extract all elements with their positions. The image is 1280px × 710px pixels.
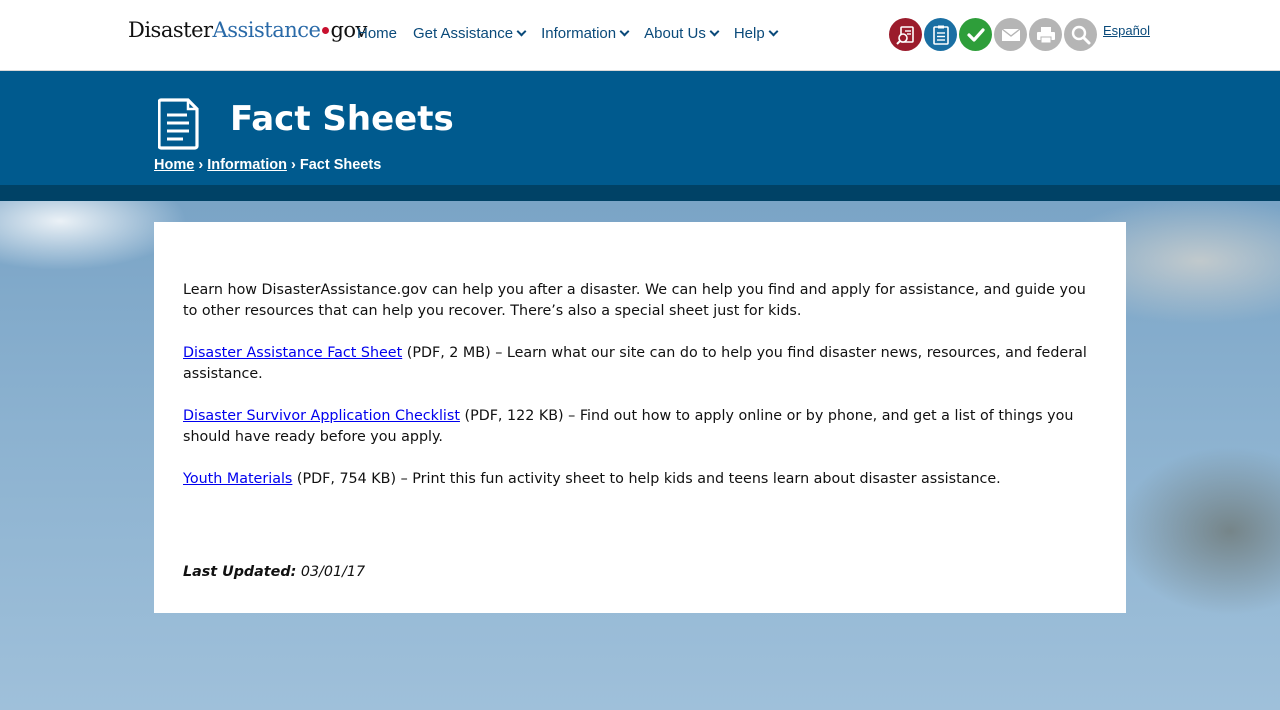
nav-information-label: Information xyxy=(541,25,617,42)
print-button[interactable] xyxy=(1029,18,1062,51)
checklist-button[interactable] xyxy=(924,18,957,51)
nav-get-assistance[interactable]: Get Assistance xyxy=(413,25,527,42)
fact-sheet-link[interactable]: Disaster Assistance Fact Sheet xyxy=(183,345,402,361)
language-espanol-link[interactable]: Español xyxy=(1103,23,1150,38)
checklist-link[interactable]: Disaster Survivor Application Checklist xyxy=(183,408,460,424)
breadcrumb-information-link[interactable]: Information xyxy=(207,157,287,173)
breadcrumb-separator: › xyxy=(290,157,296,173)
print-icon xyxy=(1036,26,1055,43)
checklist-item: Disaster Survivor Application Checklist … xyxy=(183,406,1103,448)
last-updated-date: 03/01/17 xyxy=(296,564,366,580)
document-icon xyxy=(158,98,199,150)
nav-help-label: Help xyxy=(733,25,765,42)
nav-help[interactable]: Help xyxy=(733,25,779,42)
logo-text-assistance: Assistance xyxy=(212,18,321,42)
chevron-down-icon xyxy=(709,26,720,37)
chevron-down-icon xyxy=(768,26,779,37)
logo-text-disaster: Disaster xyxy=(128,18,213,42)
youth-materials-link[interactable]: Youth Materials xyxy=(183,471,292,487)
last-updated-label: Last Updated: xyxy=(183,564,297,580)
nav-about-us-label: About Us xyxy=(644,25,706,42)
breadcrumb-current: Fact Sheets xyxy=(299,157,382,173)
nav-home[interactable]: Home xyxy=(357,25,397,42)
check-status-button[interactable] xyxy=(959,18,992,51)
search-icon xyxy=(1071,25,1090,44)
email-icon xyxy=(1001,27,1020,41)
check-status-icon xyxy=(966,27,985,42)
address-lookup-button[interactable] xyxy=(889,18,922,51)
nav-get-assistance-label: Get Assistance xyxy=(413,25,514,42)
address-lookup-icon xyxy=(895,25,914,45)
youth-materials-description: (PDF, 754 KB) – Print this fun activity … xyxy=(292,471,1001,487)
clipboard-checklist-icon xyxy=(932,25,949,45)
main-nav: Home Get Assistance Information About Us… xyxy=(357,25,793,42)
intro-paragraph: Learn how DisasterAssistance.gov can hel… xyxy=(183,282,1086,319)
nav-information[interactable]: Information xyxy=(541,25,630,42)
site-logo[interactable]: DisasterAssistance gov xyxy=(128,20,367,41)
page-title: Fact Sheets xyxy=(230,99,454,139)
search-button[interactable] xyxy=(1064,18,1097,51)
banner-stripe xyxy=(0,185,1280,201)
chevron-down-icon xyxy=(619,26,630,37)
breadcrumb-home-link[interactable]: Home xyxy=(154,157,194,173)
nav-home-label: Home xyxy=(357,25,398,42)
breadcrumb-separator: › xyxy=(198,157,204,173)
youth-materials-item: Youth Materials (PDF, 754 KB) – Print th… xyxy=(183,469,1103,490)
logo-dot xyxy=(322,26,330,34)
breadcrumb: Home › Information › Fact Sheets xyxy=(154,157,381,173)
email-button[interactable] xyxy=(994,18,1027,51)
nav-about-us[interactable]: About Us xyxy=(644,25,720,42)
last-updated: Last Updated: 03/01/17 xyxy=(183,564,365,580)
chevron-down-icon xyxy=(516,26,527,37)
fact-sheet-item: Disaster Assistance Fact Sheet (PDF, 2 M… xyxy=(183,343,1103,385)
site-header: DisasterAssistance gov Home Get Assistanc… xyxy=(0,0,1280,71)
utility-toolbar xyxy=(889,18,1099,51)
main-content: Learn how DisasterAssistance.gov can hel… xyxy=(183,280,1103,511)
